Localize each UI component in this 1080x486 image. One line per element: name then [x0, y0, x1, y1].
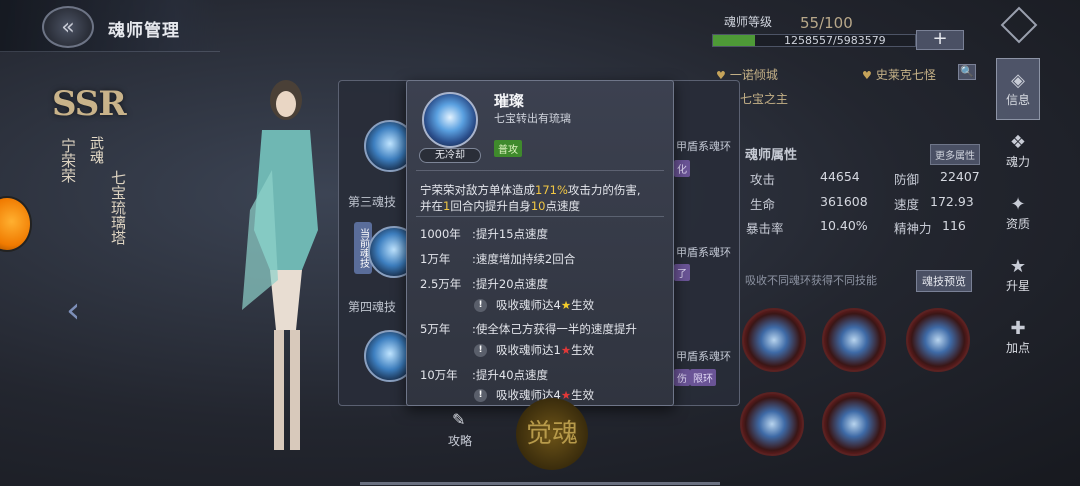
divider	[416, 170, 664, 171]
mini-tag: 化	[674, 160, 690, 177]
stat-value: 44654	[820, 169, 860, 184]
exp-bar-fill	[713, 35, 756, 46]
search-icon[interactable]: 🔍	[958, 64, 976, 80]
star-up-icon: ★	[1009, 256, 1027, 277]
guild-left: ♥ 一诺倾城	[716, 68, 778, 82]
stat-label: 攻击	[750, 172, 776, 187]
soul-ring-slot[interactable]	[742, 308, 806, 372]
home-indicator	[360, 482, 720, 485]
tab-add-point[interactable]: ✚ 加点	[996, 306, 1040, 368]
stat-value: 22407	[940, 169, 980, 184]
gold-star-icon: ★	[560, 298, 572, 312]
divider	[416, 216, 664, 217]
heart-icon: ♥	[716, 69, 726, 82]
upgrade-row: 1万年:速度增加持续2回合	[420, 252, 576, 266]
warning-icon: !	[474, 298, 487, 312]
mini-tag: 伤	[674, 369, 690, 386]
stat-label: 速度	[894, 197, 920, 212]
soul-ring-slot[interactable]	[822, 308, 886, 372]
fourth-skill-label: 第四魂技	[348, 300, 397, 314]
side-tabs: ◈ 信息 ❖ 魂力 ✦ 资质 ★ 升星 ✚ 加点	[996, 58, 1040, 388]
upgrade-row: 10万年:提升40点速度	[420, 368, 549, 382]
skill-description: 宁荣荣对敌方单体造成171%攻击力的伤害, 并在1回合内提升自身10点速度	[420, 183, 641, 213]
exp-text: 1258557/5983579	[784, 34, 886, 47]
warning-icon: !	[474, 388, 487, 402]
ring-hint: 吸收不同魂环获得不同技能	[745, 274, 877, 287]
character-portrait	[242, 80, 318, 450]
upgrade-row: 1000年:提升15点速度	[420, 227, 549, 241]
wuhun-name: 七宝琉璃塔	[109, 170, 127, 245]
skill-icon	[422, 92, 478, 148]
guide-button[interactable]: 攻略	[448, 432, 472, 449]
ring-type-text: 甲盾系魂环	[676, 140, 731, 153]
character-name: 宁荣荣	[59, 138, 77, 183]
skill-type-tag: 普攻	[494, 140, 522, 157]
soul-ring-slot[interactable]	[906, 308, 970, 372]
awaken-button[interactable]: 觉魂	[516, 398, 588, 470]
mini-tag: 限环	[690, 369, 716, 386]
tab-star-up[interactable]: ★ 升星	[996, 244, 1040, 306]
mascot-icon[interactable]	[0, 196, 32, 252]
soul-power-icon: ❖	[1009, 132, 1027, 153]
soul-ring-slot[interactable]	[740, 392, 804, 456]
wuhun-label: 武魂	[88, 136, 104, 164]
stat-label: 防御	[894, 172, 920, 187]
info-icon: ◈	[1011, 70, 1025, 91]
tab-soul-power[interactable]: ❖ 魂力	[996, 120, 1040, 182]
stat-label: 生命	[750, 197, 776, 212]
stat-value: 116	[942, 218, 966, 233]
skill-name: 璀璨	[494, 92, 525, 110]
skill-preview-button[interactable]: 魂技预览	[916, 270, 972, 292]
guide-icon[interactable]: ✎	[452, 410, 465, 429]
upgrade-condition: ! 吸收魂师达1 ★ 生效	[474, 342, 594, 358]
skill-subtitle: 七宝转出有琉璃	[494, 112, 571, 125]
upgrade-row: 2.5万年:提升20点速度	[420, 277, 549, 291]
tab-info[interactable]: ◈ 信息	[996, 58, 1040, 120]
stat-value: 10.40%	[820, 218, 868, 233]
stat-value: 361608	[820, 194, 868, 209]
stat-label: 精神力	[894, 221, 932, 236]
add-exp-button[interactable]: +	[916, 30, 964, 50]
back-button[interactable]: «	[42, 6, 94, 48]
stat-value: 172.93	[930, 194, 974, 209]
stat-label: 暴击率	[746, 221, 784, 236]
section-title: 魂师属性	[745, 148, 798, 163]
rarity-badge: SSR	[52, 84, 127, 124]
heart-icon: ♥	[862, 69, 872, 82]
ring-type-text: 甲盾系魂环	[676, 350, 731, 363]
upgrade-row: 5万年:使全体己方获得一半的速度提升	[420, 322, 637, 336]
more-attributes-button[interactable]: 更多属性	[930, 144, 980, 165]
previous-character-arrow-icon[interactable]: ‹	[66, 290, 92, 331]
red-star-icon: ★	[560, 343, 572, 357]
upgrade-condition: ! 吸收魂师达4 ★ 生效	[474, 387, 594, 403]
chevron-left-icon: «	[61, 14, 75, 40]
rank-value: 55/100	[800, 14, 853, 32]
tab-aptitude[interactable]: ✦ 资质	[996, 182, 1040, 244]
third-skill-label: 第三魂技	[348, 195, 397, 209]
warning-icon: !	[474, 343, 487, 357]
aptitude-icon: ✦	[1010, 194, 1026, 215]
upgrade-condition: ! 吸收魂师达4 ★ 生效	[474, 297, 594, 313]
title-text: 七宝之主	[740, 92, 789, 106]
mini-tag: 了	[674, 264, 690, 281]
diamond-menu-icon[interactable]	[1000, 6, 1038, 44]
cooldown-badge: 无冷却	[419, 148, 481, 163]
ring-type-text: 甲盾系魂环	[676, 246, 731, 259]
soul-ring-slot[interactable]	[822, 392, 886, 456]
page-title: 魂师管理	[108, 21, 180, 41]
guild-right: ♥ 史莱克七怪	[862, 68, 936, 82]
rank-label: 魂师等级	[724, 15, 773, 29]
add-point-icon: ✚	[1010, 318, 1026, 339]
